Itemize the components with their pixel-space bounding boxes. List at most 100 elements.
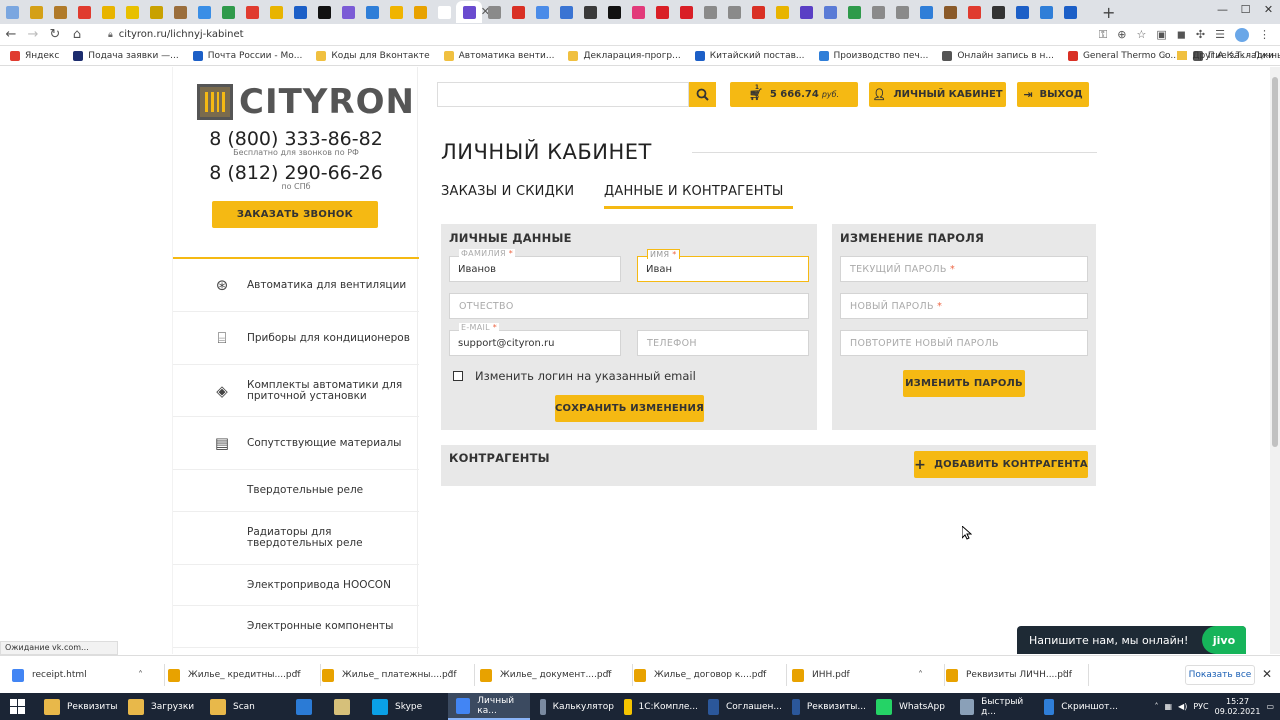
bookmark-item[interactable]: Автоматика венти... bbox=[443, 50, 554, 61]
change-login-checkbox[interactable] bbox=[453, 371, 463, 381]
browser-tab[interactable] bbox=[842, 1, 866, 23]
download-item[interactable]: receipt.html ˄ bbox=[12, 666, 162, 684]
browser-tab[interactable] bbox=[72, 1, 96, 23]
browser-tab[interactable] bbox=[578, 1, 602, 23]
browser-tab[interactable] bbox=[746, 1, 770, 23]
tray-arrow-icon[interactable]: ˄ bbox=[1154, 702, 1158, 711]
home-icon[interactable]: ⌂ bbox=[66, 27, 88, 42]
chevron-up-icon[interactable]: ˄ bbox=[918, 670, 923, 681]
browser-tab[interactable] bbox=[408, 1, 432, 23]
chevron-up-icon[interactable]: ˄ bbox=[1062, 670, 1067, 681]
maximize-icon[interactable]: ☐ bbox=[1234, 0, 1257, 18]
name-field[interactable]: ИМЯ * Иван bbox=[637, 249, 809, 282]
clock[interactable]: 15:27 09.02.2021 bbox=[1215, 697, 1261, 717]
bookmark-item[interactable]: Коды для Вконтакте bbox=[316, 50, 430, 61]
repeat-password-field[interactable]: ПОВТОРИТЕ НОВЫЙ ПАРОЛЬ bbox=[840, 330, 1088, 356]
sidebar-menu-item[interactable]: ▤ Сопутствующие материалы bbox=[173, 417, 419, 470]
browser-tab[interactable] bbox=[866, 1, 890, 23]
close-downloads-icon[interactable]: ✕ bbox=[1262, 667, 1272, 681]
browser-tab[interactable] bbox=[722, 1, 746, 23]
bookmark-item[interactable]: Почта России - Мо... bbox=[192, 50, 302, 61]
browser-tab[interactable] bbox=[336, 1, 360, 23]
chevron-up-icon[interactable]: ˄ bbox=[606, 670, 611, 681]
taskbar-app[interactable]: Загрузки bbox=[120, 693, 200, 720]
profile-avatar[interactable] bbox=[1235, 28, 1249, 42]
browser-tab[interactable] bbox=[938, 1, 962, 23]
taskbar-app[interactable] bbox=[326, 693, 362, 720]
browser-tab[interactable] bbox=[986, 1, 1010, 23]
sidebar-menu-item[interactable]: Радиаторы для твердотельных реле bbox=[173, 512, 419, 565]
change-password-button[interactable]: ИЗМЕНИТЬ ПАРОЛЬ bbox=[903, 370, 1025, 397]
browser-tab[interactable] bbox=[914, 1, 938, 23]
taskbar-app[interactable]: Личный ка... bbox=[448, 693, 530, 720]
zoom-icon[interactable]: ⊕ bbox=[1117, 28, 1126, 42]
browser-tab[interactable] bbox=[698, 1, 722, 23]
browser-tab[interactable] bbox=[482, 1, 506, 23]
reload-icon[interactable]: ↻ bbox=[44, 27, 66, 42]
taskbar-app[interactable]: Реквизиты bbox=[36, 693, 118, 720]
browser-tab[interactable] bbox=[96, 1, 120, 23]
key-icon[interactable]: ⚿ bbox=[1099, 28, 1107, 42]
browser-tab[interactable] bbox=[216, 1, 240, 23]
browser-tab[interactable] bbox=[770, 1, 794, 23]
chevron-up-icon[interactable]: ˄ bbox=[448, 670, 453, 681]
browser-tab[interactable] bbox=[240, 1, 264, 23]
browser-tab[interactable] bbox=[530, 1, 554, 23]
browser-tab[interactable] bbox=[818, 1, 842, 23]
browser-tab[interactable]: ✕ bbox=[456, 1, 490, 23]
extension-icon[interactable]: ▣ bbox=[1156, 28, 1166, 42]
chat-widget[interactable]: Напишите нам, мы онлайн! jivo bbox=[1017, 626, 1246, 654]
new-password-field[interactable]: НОВЫЙ ПАРОЛЬ * bbox=[840, 293, 1088, 319]
bookmark-item[interactable]: Онлайн запись в н... bbox=[942, 50, 1054, 61]
taskbar-app[interactable]: Калькулятор bbox=[532, 693, 614, 720]
taskbar-app[interactable]: Соглашен... bbox=[700, 693, 782, 720]
taskbar-app[interactable] bbox=[288, 693, 324, 720]
chevron-up-icon[interactable]: ˄ bbox=[760, 670, 765, 681]
language-indicator[interactable]: РУС bbox=[1193, 702, 1208, 711]
surname-field[interactable]: ФАМИЛИЯ * Иванов bbox=[449, 249, 621, 282]
menu-dots-icon[interactable]: ⋮ bbox=[1259, 28, 1270, 42]
star-icon[interactable]: ☆ bbox=[1136, 28, 1146, 42]
search-button[interactable] bbox=[689, 82, 716, 107]
search-input[interactable] bbox=[437, 82, 689, 107]
browser-tab[interactable] bbox=[264, 1, 288, 23]
url-field[interactable]: 🔒︎ cityron.ru/lichnyj-kabinet bbox=[108, 29, 244, 40]
sidebar-menu-item[interactable]: Твердотельные реле bbox=[173, 470, 419, 512]
network-icon[interactable]: ▦ bbox=[1164, 702, 1172, 711]
bookmark-item[interactable]: Производство печ... bbox=[818, 50, 928, 61]
taskbar-app[interactable]: Реквизиты... bbox=[784, 693, 866, 720]
browser-tab[interactable] bbox=[602, 1, 626, 23]
browser-tab[interactable] bbox=[626, 1, 650, 23]
browser-tab[interactable] bbox=[890, 1, 914, 23]
browser-tab[interactable] bbox=[554, 1, 578, 23]
download-item[interactable]: Жилье_ платежны....pdf ˄ bbox=[322, 666, 472, 684]
browser-tab[interactable] bbox=[794, 1, 818, 23]
bookmark-item[interactable]: Китайский постав... bbox=[694, 50, 805, 61]
scrollbar-thumb[interactable] bbox=[1272, 77, 1278, 447]
taskbar-app[interactable]: 1С:Компле... bbox=[616, 693, 698, 720]
cabinet-button[interactable]: 👤︎ ЛИЧНЫЙ КАБИНЕТ bbox=[869, 82, 1006, 107]
taskbar-app[interactable]: Scan bbox=[202, 693, 286, 720]
minimize-icon[interactable]: — bbox=[1211, 0, 1234, 18]
logout-button[interactable]: ⇥ ВЫХОД bbox=[1017, 82, 1089, 107]
back-arrow-icon[interactable]: ← bbox=[0, 27, 22, 42]
show-all-downloads-button[interactable]: Показать все bbox=[1185, 665, 1255, 685]
browser-tab[interactable] bbox=[24, 1, 48, 23]
sidebar-menu-item[interactable]: ◈ Комплекты автоматики для приточной уста… bbox=[173, 365, 419, 417]
phone-federal[interactable]: 8 (800) 333-86-82 bbox=[173, 128, 419, 150]
chevron-right-icon[interactable]: » bbox=[1162, 51, 1168, 61]
browser-tab[interactable] bbox=[312, 1, 336, 23]
other-bookmarks[interactable]: » Другие закладки bbox=[1162, 51, 1274, 61]
forward-arrow-icon[interactable]: → bbox=[22, 27, 44, 42]
download-item[interactable]: Жилье_ документ....pdf ˄ bbox=[480, 666, 630, 684]
browser-tab[interactable] bbox=[48, 1, 72, 23]
taskbar-app[interactable]: Скриншот... bbox=[1036, 693, 1118, 720]
close-window-icon[interactable]: ✕ bbox=[1257, 0, 1280, 18]
current-password-field[interactable]: ТЕКУЩИЙ ПАРОЛЬ * bbox=[840, 256, 1088, 282]
notifications-icon[interactable]: ▭ bbox=[1266, 702, 1274, 711]
download-item[interactable]: Реквизиты ЛИЧН....pdf ˄ bbox=[946, 666, 1086, 684]
browser-tab[interactable] bbox=[1034, 1, 1058, 23]
tab-orders-discounts[interactable]: ЗАКАЗЫ И СКИДКИ bbox=[441, 184, 574, 199]
browser-tab[interactable] bbox=[650, 1, 674, 23]
patronymic-field[interactable]: ОТЧЕСТВО bbox=[449, 293, 809, 319]
